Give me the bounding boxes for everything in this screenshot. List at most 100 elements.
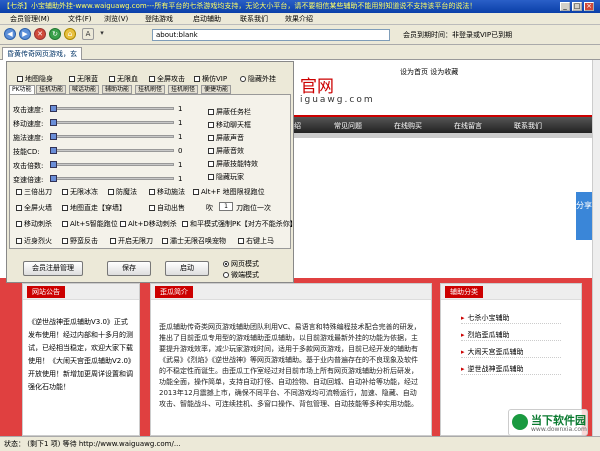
address-input[interactable]: about:blank (152, 29, 390, 41)
label-blow: 吹 (206, 204, 213, 212)
slider-value: 1 (178, 133, 183, 141)
check-alt-d-stab[interactable]: Alt+D移动刺杀 (120, 219, 177, 229)
site-logo[interactable]: 官网 (300, 72, 334, 97)
check-infinite-summon[interactable]: 灞士无限召唤宠物 (162, 236, 226, 246)
intro-header: 歪瓜简介 (151, 284, 431, 300)
speed-multiplier-slider[interactable] (54, 177, 174, 180)
maximize-button[interactable]: □ (572, 2, 582, 11)
check-force-pk[interactable]: 和平模式强制PK【对方不能杀你】 (182, 219, 297, 229)
forward-icon[interactable]: ▶ (19, 28, 31, 40)
member-register-button[interactable]: 会员注册管理 (23, 261, 83, 276)
check-mute-sound[interactable]: 屏蔽声音 (208, 133, 244, 143)
skill-cd-slider[interactable] (54, 149, 174, 152)
radio-web-mode[interactable]: 网页模式 (223, 259, 259, 269)
site-logo-url: iguawg.com (300, 95, 375, 105)
radio-micro-mode[interactable]: 微端模式 (223, 270, 259, 280)
check-melee-fire[interactable]: 近身烈火 (16, 236, 52, 246)
check-vip[interactable]: 横仿VIP (194, 74, 227, 84)
check-move-cast[interactable]: 移动施法 (149, 187, 185, 197)
menu-file[interactable]: 文件(F) (68, 14, 92, 24)
attack-multiplier-slider[interactable] (54, 163, 174, 166)
announcement-box: 网站公告 《逆世战神歪瓜辅助V3.0》正式发布使用！经过内部和十多月的测试，已经… (22, 283, 140, 436)
close-button[interactable]: × (584, 2, 594, 11)
slider-knob[interactable] (50, 147, 57, 154)
category-item[interactable]: 烈焰歪瓜辅助 (461, 329, 561, 341)
vertical-scrollbar[interactable] (592, 60, 600, 436)
attack-speed-slider[interactable] (54, 107, 174, 110)
check-move-stab[interactable]: 移动刺杀 (16, 219, 52, 229)
tab-convenience[interactable]: 便捷功能 (201, 85, 232, 94)
back-icon[interactable]: ◀ (4, 28, 16, 40)
radio-hide-assist[interactable]: 隐藏外挂 (240, 74, 276, 84)
label-blade-move: 刀跑位一次 (236, 204, 271, 212)
menu-member[interactable]: 会员管理(M) (10, 14, 50, 24)
cast-speed-slider[interactable] (54, 135, 174, 138)
slider-knob[interactable] (50, 175, 57, 182)
check-hide-players[interactable]: 隐藏玩家 (208, 172, 244, 182)
check-right-click-mount[interactable]: 右键上马 (238, 236, 274, 246)
refresh-icon[interactable]: ↻ (49, 28, 61, 40)
move-speed-slider[interactable] (54, 121, 174, 124)
tab-shout[interactable]: 喊话功能 (69, 85, 100, 94)
blade-count-input[interactable]: 1 (219, 202, 233, 211)
slider-label: 攻击速度: (13, 106, 44, 114)
tab-hangup[interactable]: 挂机功能 (36, 85, 67, 94)
dropdown-icon[interactable]: ▾ (96, 28, 108, 40)
check-anti-magic[interactable]: 防魔法 (108, 187, 137, 197)
check-move-chat[interactable]: 移动聊天框 (208, 120, 251, 130)
stop-icon[interactable]: ✕ (34, 28, 46, 40)
nav-item-intro[interactable]: 绍 (294, 121, 301, 131)
check-barbarian-counter[interactable]: 野蛮反击 (62, 236, 98, 246)
slider-value: 1 (178, 175, 183, 183)
nav-item-message[interactable]: 在线留言 (454, 121, 482, 131)
nav-item-contact[interactable]: 联系我们 (514, 121, 542, 131)
minimize-button[interactable]: _ (560, 2, 570, 11)
category-item[interactable]: 七杀小宝辅助 (461, 312, 561, 324)
browser-tab[interactable]: 昏黄传奇网页游戏，玄 (2, 47, 82, 60)
check-triple-blade[interactable]: 三倍出刀 (16, 187, 52, 197)
start-button[interactable]: 启动 (165, 261, 209, 276)
save-button[interactable]: 保存 (107, 261, 151, 276)
check-hide-taskbar[interactable]: 屏蔽任务栏 (208, 107, 251, 117)
tab-monster-2[interactable]: 挂机刷怪 (168, 85, 199, 94)
check-infinite-hp[interactable]: 无限血 (109, 74, 138, 84)
check-map-teleport[interactable]: Alt+F 地图限视跑位 (193, 187, 265, 197)
share-button[interactable]: 分享 (576, 192, 592, 240)
menu-effects[interactable]: 效果介绍 (285, 14, 313, 24)
check-infinite-mana[interactable]: 无限蓝 (69, 74, 98, 84)
status-bar: 状态： (剩下1 项) 等待 http://www.waiguawg.com/.… (0, 436, 600, 451)
check-map-stealth[interactable]: 地图隐身 (17, 74, 53, 84)
home-icon[interactable]: ⌂ (64, 28, 76, 40)
toolbar: ◀ ▶ ✕ ↻ ⌂ A ▾ about:blank 会员到期时间：非登录或VIP… (0, 25, 600, 45)
category-item[interactable]: 逆世战神歪瓜辅助 (461, 363, 561, 375)
nav-item-faq[interactable]: 常见问题 (334, 121, 362, 131)
menu-start-assist[interactable]: 启动辅助 (193, 14, 221, 24)
slider-knob[interactable] (50, 161, 57, 168)
menu-view[interactable]: 浏览(V) (104, 14, 128, 24)
menu-contact[interactable]: 联系我们 (240, 14, 268, 24)
check-infinite-blade[interactable]: 开启无限刀 (110, 236, 153, 246)
site-top-links[interactable]: 设为首页 设为收藏 (400, 67, 458, 77)
check-fullscreen-attack[interactable]: 全屏攻击 (149, 74, 185, 84)
nav-item-buy[interactable]: 在线购买 (394, 121, 422, 131)
tab-pk[interactable]: PK功能 (9, 85, 35, 94)
intro-text: 歪瓜辅助传奇类网页游戏辅助团队利用VC、易语言和特殊编程技术配合完善的研发，推出… (159, 323, 421, 408)
announcement-header: 网站公告 (23, 284, 139, 300)
check-smart-move[interactable]: Alt+S智能跑位 (62, 219, 118, 229)
tab-assist[interactable]: 辅助功能 (102, 85, 133, 94)
assist-panel: 地图隐身 无限蓝 无限血 全屏攻击 横仿VIP 隐藏外挂 PK功能 挂机功能 喊… (6, 61, 297, 283)
slider-knob[interactable] (50, 133, 57, 140)
check-wall-walk[interactable]: 地图直走【穿墙】 (62, 203, 126, 213)
check-fullscreen-firewall[interactable]: 全屏火墙 (16, 203, 52, 213)
tab-monster-1[interactable]: 挂机刷怪 (135, 85, 166, 94)
text-icon[interactable]: A (82, 28, 94, 40)
check-hide-skill-fx[interactable]: 屏蔽技能特效 (208, 159, 258, 169)
slider-knob[interactable] (50, 105, 57, 112)
category-item[interactable]: 大闹天宫歪瓜辅助 (461, 346, 561, 358)
check-infinite-freeze[interactable]: 无限冰冻 (62, 187, 98, 197)
slider-value: 1 (178, 105, 183, 113)
check-mute-effects[interactable]: 屏蔽音效 (208, 146, 244, 156)
slider-knob[interactable] (50, 119, 57, 126)
menu-login-game[interactable]: 登陆游戏 (145, 14, 173, 24)
check-auto-sell[interactable]: 自动出售 (149, 203, 185, 213)
